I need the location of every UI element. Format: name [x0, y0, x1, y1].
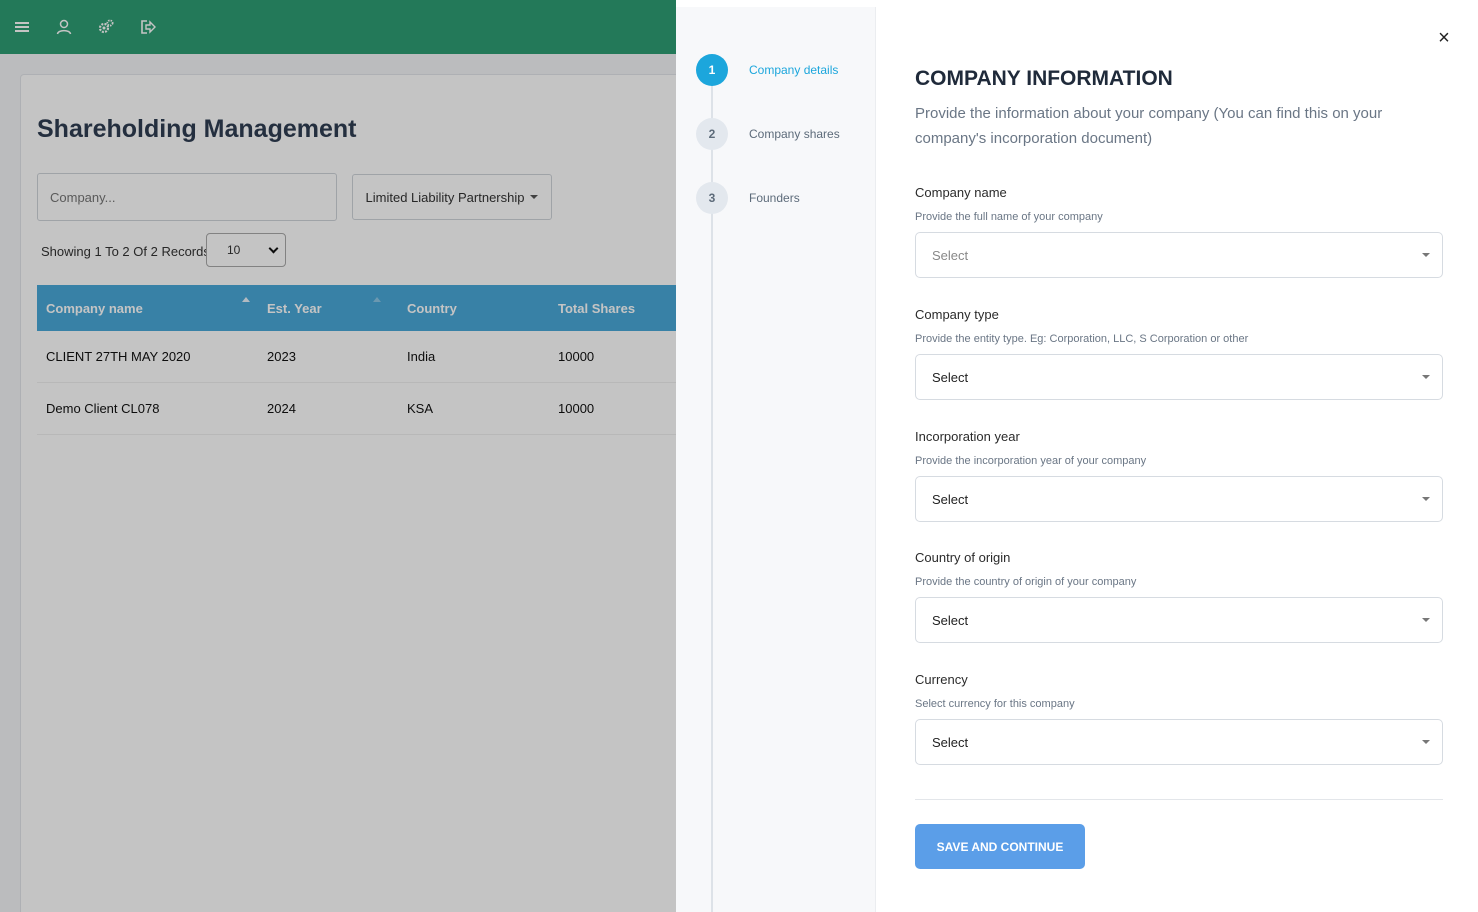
caret-down-icon — [1422, 253, 1430, 257]
select-value: Select — [932, 612, 969, 628]
form-divider — [915, 799, 1443, 800]
select-value: Select — [932, 734, 969, 750]
field-company-name: Company name Provide the full name of yo… — [915, 185, 1443, 278]
field-label: Company type — [915, 307, 999, 322]
form-title: COMPANY INFORMATION — [915, 67, 1173, 90]
field-country-of-origin: Country of origin Provide the country of… — [915, 550, 1443, 643]
field-help: Select currency for this company — [915, 698, 1075, 710]
field-label: Incorporation year — [915, 429, 1020, 444]
step-number: 3 — [696, 182, 728, 214]
field-company-type: Company type Provide the entity type. Eg… — [915, 307, 1443, 400]
step-founders[interactable]: 3 Founders — [696, 182, 800, 214]
field-help: Provide the country of origin of your co… — [915, 576, 1137, 588]
save-and-continue-button[interactable]: SAVE AND CONTINUE — [915, 824, 1085, 869]
step-label: Company details — [749, 63, 839, 77]
field-help: Provide the incorporation year of your c… — [915, 455, 1147, 467]
currency-select[interactable]: Select — [915, 719, 1443, 765]
incorporation-year-select[interactable]: Select — [915, 476, 1443, 522]
step-label: Company shares — [749, 127, 840, 141]
select-value: Select — [932, 491, 969, 507]
field-label: Country of origin — [915, 550, 1011, 565]
caret-down-icon — [1422, 497, 1430, 501]
field-currency: Currency Select currency for this compan… — [915, 672, 1443, 765]
caret-down-icon — [1422, 618, 1430, 622]
company-drawer: 1 Company details 2 Company shares 3 Fou… — [676, 0, 1478, 912]
caret-down-icon — [1422, 740, 1430, 744]
step-label: Founders — [749, 191, 800, 205]
form-description: Provide the information about your compa… — [915, 105, 1383, 147]
field-incorporation-year: Incorporation year Provide the incorpora… — [915, 429, 1443, 522]
step-number: 2 — [696, 118, 728, 150]
select-value: Select — [932, 247, 969, 263]
select-value: Select — [932, 369, 969, 385]
step-company-details[interactable]: 1 Company details — [696, 54, 838, 86]
field-help: Provide the entity type. Eg: Corporation… — [915, 333, 1249, 345]
step-company-shares[interactable]: 2 Company shares — [696, 118, 840, 150]
company-type-select[interactable]: Select — [915, 354, 1443, 400]
close-icon[interactable]: × — [1434, 27, 1454, 49]
step-number: 1 — [696, 54, 728, 86]
field-label: Currency — [915, 672, 968, 687]
country-select[interactable]: Select — [915, 597, 1443, 643]
field-label: Company name — [915, 185, 1007, 200]
stepper: 1 Company details 2 Company shares 3 Fou… — [676, 7, 876, 912]
modal-backdrop[interactable] — [0, 0, 676, 912]
company-name-select[interactable]: Select — [915, 232, 1443, 278]
caret-down-icon — [1422, 375, 1430, 379]
field-help: Provide the full name of your company — [915, 211, 1103, 223]
